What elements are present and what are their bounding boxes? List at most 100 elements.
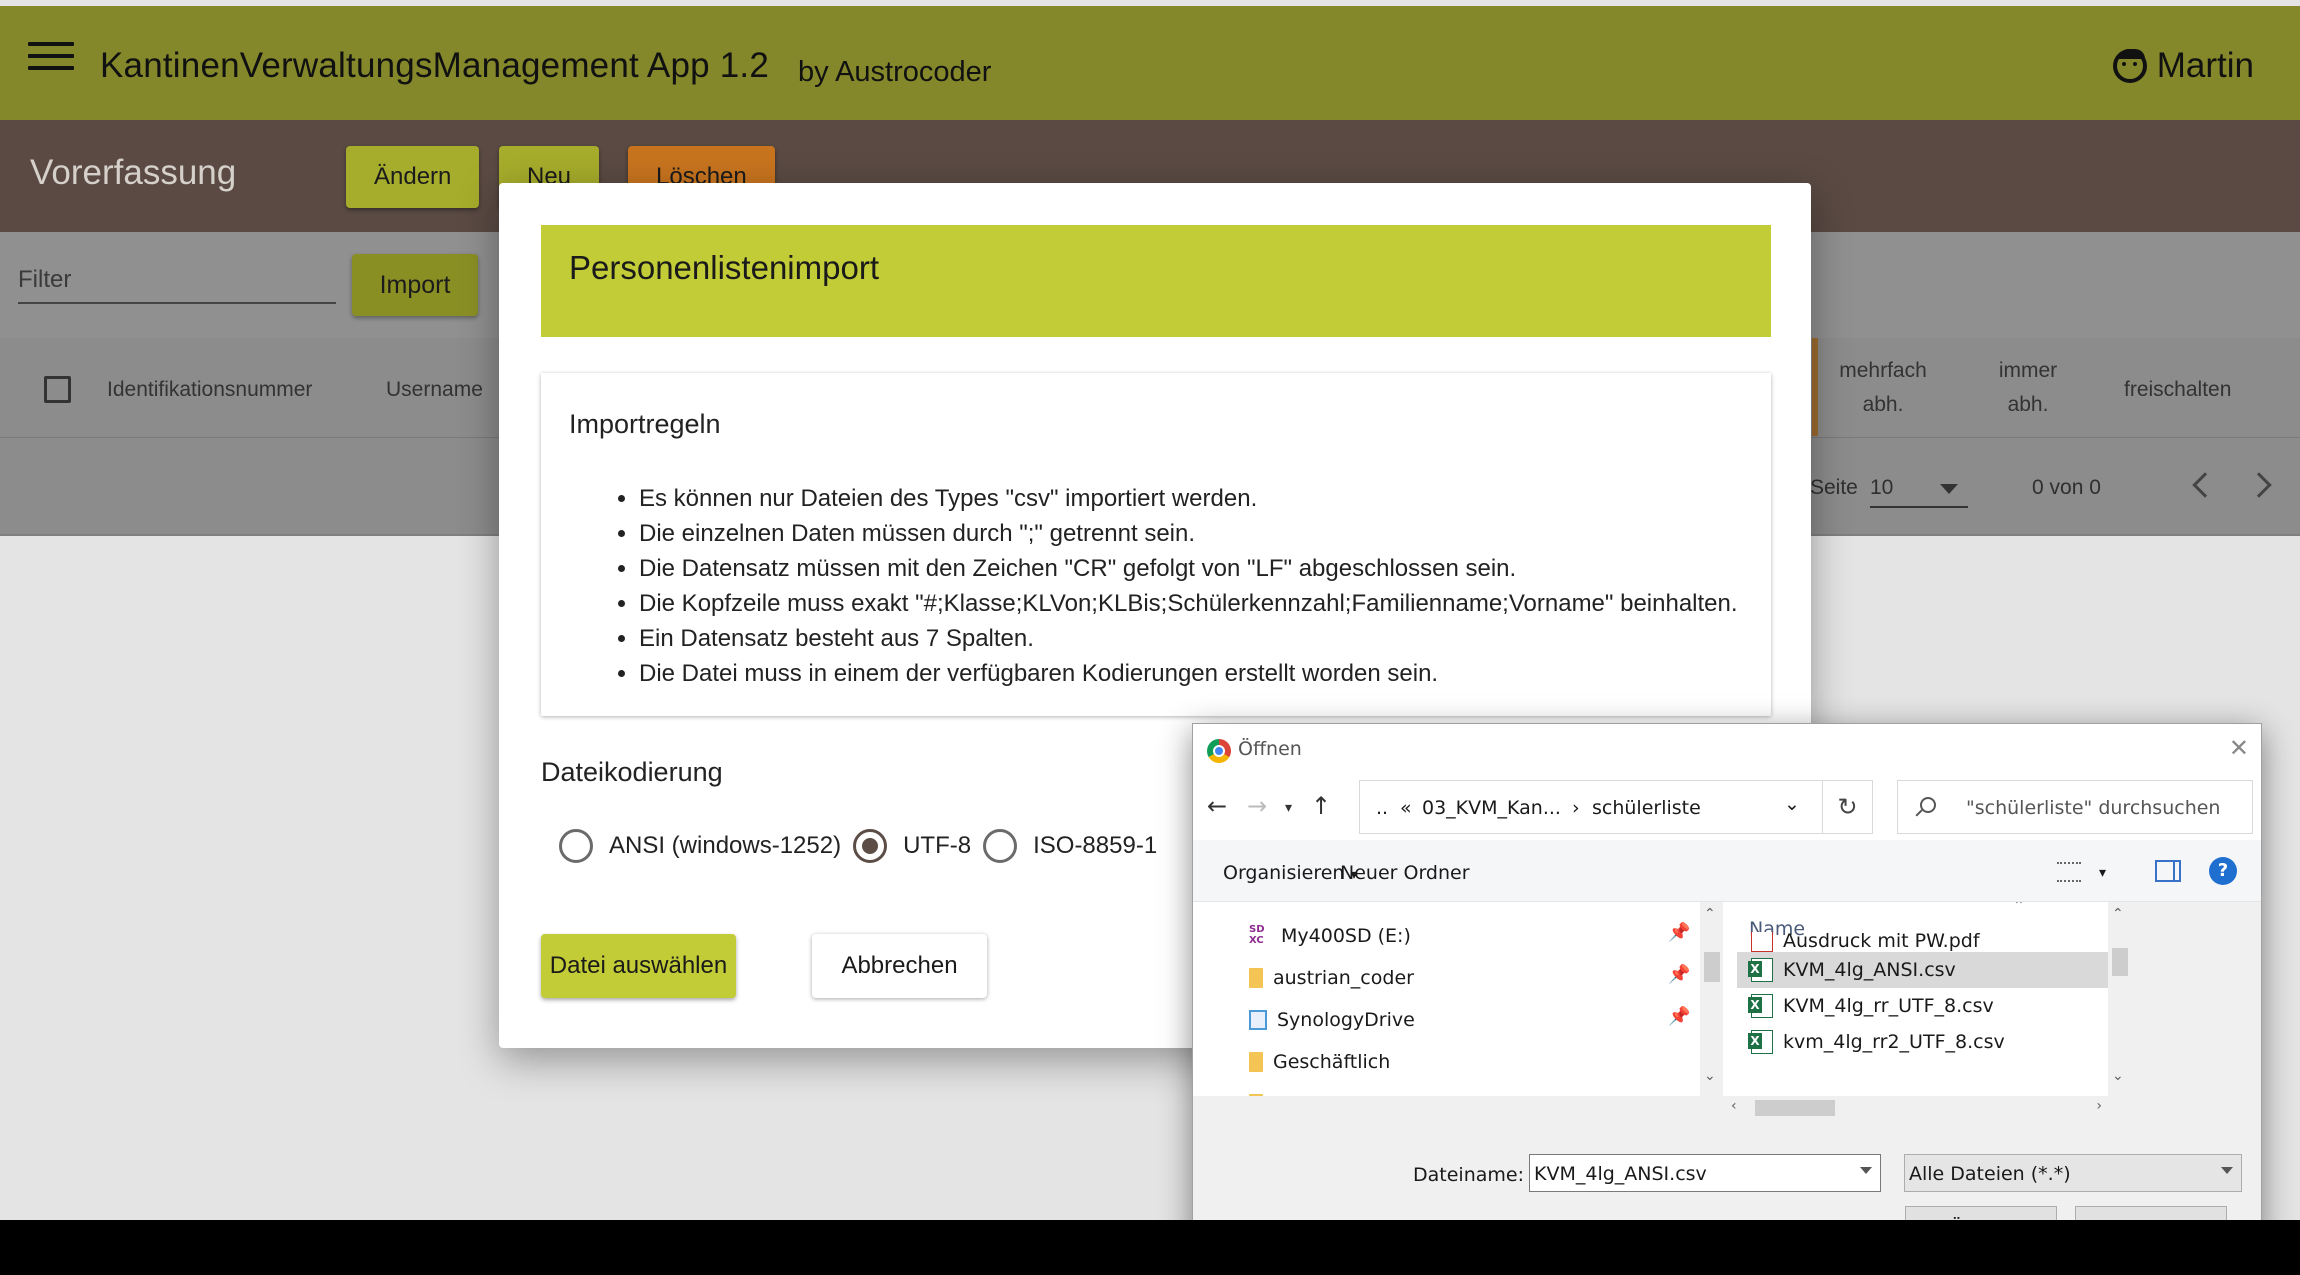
scroll-down-icon[interactable]: ⌄ <box>1704 1068 1716 1084</box>
import-rules-list: Es können nur Dateien des Types "csv" im… <box>639 481 1738 691</box>
file-dialog-footer: Dateiname: KVM_4lg_ANSI.csv Alle Dateien… <box>1193 1120 2261 1220</box>
import-rules-title: Importregeln <box>569 409 721 439</box>
choose-file-button[interactable]: Datei auswählen <box>541 934 736 998</box>
radio-circle-selected <box>853 829 888 863</box>
encoding-radio-utf8[interactable]: UTF-8 <box>853 829 971 863</box>
encoding-radio-ansi[interactable]: ANSI (windows-1252) <box>559 829 841 863</box>
filename-input[interactable]: KVM_4lg_ANSI.csv <box>1529 1154 1881 1192</box>
preview-pane-icon[interactable] <box>2155 860 2181 882</box>
app-bar: KantinenVerwaltungsManagement App 1.2 by… <box>0 6 2300 120</box>
navigation-scrollbar[interactable]: ⌃ ⌄ <box>1700 902 1724 1096</box>
nav-item-pics[interactable]: pics <box>1249 1084 1311 1096</box>
file-row[interactable]: KVM_4lg_rr_UTF_8.csv <box>1737 988 2117 1024</box>
file-row-selected[interactable]: KVM_4lg_ANSI.csv <box>1737 952 2117 988</box>
column-header-always[interactable]: immer abh. <box>1988 354 2068 422</box>
file-row-pdf[interactable]: Ausdruck mit PW.pdf <box>1737 932 2117 952</box>
next-page-icon[interactable] <box>2246 472 2272 498</box>
chrome-icon <box>1207 739 1231 763</box>
recent-locations-icon[interactable]: ▾ <box>1285 800 1292 816</box>
filter-input[interactable]: Filter <box>18 262 336 304</box>
dialog-cancel-button[interactable]: Abbrechen <box>812 934 987 998</box>
help-icon[interactable]: ? <box>2209 857 2237 885</box>
filename-value: KVM_4lg_ANSI.csv <box>1534 1163 1707 1185</box>
select-all-checkbox[interactable] <box>44 376 71 403</box>
encoding-radio-iso[interactable]: ISO-8859-1 <box>983 829 1157 863</box>
file-list-scrollbar[interactable]: ⌃ ⌄ <box>2108 902 2132 1096</box>
encoding-label: ISO-8859-1 <box>1033 832 1158 859</box>
file-name: Ausdruck mit PW.pdf <box>1783 932 1980 952</box>
nav-item-label: austrian_coder <box>1273 967 1414 989</box>
pin-icon[interactable]: 📌 <box>1668 922 1690 943</box>
file-dialog-toolbar: Organisieren ▾ Neuer Ordner ▾ ? <box>1193 840 2261 902</box>
pin-icon[interactable]: 📌 <box>1668 1006 1690 1027</box>
user-menu[interactable]: Martin <box>2112 46 2254 86</box>
column-header-unlock[interactable]: freischalten <box>2124 378 2231 402</box>
column-accent-strip <box>1812 338 1818 436</box>
scroll-down-icon[interactable]: ⌄ <box>2112 1068 2124 1084</box>
previous-page-icon[interactable] <box>2192 472 2218 498</box>
excel-csv-icon <box>1748 994 1773 1018</box>
hamburger-menu-icon[interactable] <box>28 42 74 80</box>
file-dialog-cancel-button[interactable]: Abbrechen <box>2075 1206 2227 1220</box>
nav-item-synologydrive[interactable]: SynologyDrive <box>1249 1000 1415 1040</box>
file-list: Name ⌃ Ausdruck mit PW.pdf KVM_4lg_ANSI.… <box>1723 902 2118 1096</box>
file-list-hscrollbar[interactable]: ‹ › <box>1723 1096 2118 1120</box>
pin-icon[interactable]: 📌 <box>1668 964 1690 985</box>
sd-card-icon: SD XC <box>1249 924 1265 946</box>
organize-label: Organisieren <box>1223 862 1345 884</box>
scroll-up-icon[interactable]: ⌃ <box>1704 906 1716 922</box>
nav-item-geschaeftlich[interactable]: Geschäftlich <box>1249 1042 1390 1082</box>
items-per-page-label: Seite <box>1810 476 1858 499</box>
scroll-left-icon[interactable]: ‹ <box>1731 1098 1737 1114</box>
nav-item-austrian-coder[interactable]: austrian_coder <box>1249 958 1414 998</box>
path-segment-current[interactable]: schülerliste <box>1592 797 1701 819</box>
filetype-value: Alle Dateien (*.*) <box>1909 1163 2071 1185</box>
view-options-caret-icon[interactable]: ▾ <box>2099 865 2106 881</box>
refresh-icon[interactable]: ↻ <box>1823 780 1873 834</box>
search-icon <box>1920 797 1936 813</box>
scroll-up-icon[interactable]: ⌃ <box>2112 906 2124 922</box>
scrollbar-thumb[interactable] <box>2112 948 2128 976</box>
path-segment-parent[interactable]: 03_KVM_Kan... <box>1422 797 1561 819</box>
new-folder-button[interactable]: Neuer Ordner <box>1340 862 1470 884</box>
path-prefix: .. <box>1376 797 1389 819</box>
rule-item: Ein Datensatz besteht aus 7 Spalten. <box>639 621 1738 656</box>
search-input[interactable]: "schülerliste" durchsuchen <box>1897 780 2253 834</box>
chevron-down-icon[interactable] <box>1860 1167 1872 1174</box>
import-button[interactable]: Import <box>352 254 478 316</box>
column-header-username[interactable]: Username <box>386 378 483 402</box>
rule-item: Die Datei muss in einem der verfügbaren … <box>639 656 1738 691</box>
address-bar[interactable]: .. « 03_KVM_Kan... › schülerliste ⌄ <box>1359 780 1823 834</box>
scrollbar-thumb[interactable] <box>1704 952 1720 982</box>
filetype-select[interactable]: Alle Dateien (*.*) <box>1904 1154 2242 1192</box>
view-options-icon[interactable] <box>2057 862 2081 882</box>
edit-button[interactable]: Ändern <box>346 146 480 208</box>
column-header-id[interactable]: Identifikationsnummer <box>107 378 312 402</box>
dialog-title: Personenlistenimport <box>569 249 879 286</box>
encoding-title: Dateikodierung <box>541 757 723 787</box>
encoding-radio-group: ANSI (windows-1252) UTF-8 ISO-8859-1 <box>559 829 1169 863</box>
close-icon[interactable]: ✕ <box>2229 734 2249 762</box>
back-arrow-icon[interactable]: ← <box>1207 792 1227 820</box>
scrollbar-thumb[interactable] <box>1755 1100 1835 1116</box>
forward-arrow-icon[interactable]: → <box>1247 792 1267 820</box>
up-arrow-icon[interactable]: ↑ <box>1311 792 1331 820</box>
page-range: 0 von 0 <box>2032 476 2101 499</box>
page: KantinenVerwaltungsManagement App 1.2 by… <box>0 0 2300 1275</box>
column-header-multi-line2: abh. <box>1862 393 1904 416</box>
dialog-header: Personenlistenimport <box>541 225 1771 337</box>
nav-item-my400sd[interactable]: SD XC My400SD (E:) <box>1249 916 1411 956</box>
encoding-label: UTF-8 <box>903 832 972 859</box>
organize-menu[interactable]: Organisieren ▾ <box>1223 862 1358 884</box>
column-header-multi[interactable]: mehrfach abh. <box>1838 354 1928 422</box>
file-dialog-title: Öffnen <box>1238 738 1302 760</box>
scroll-right-icon[interactable]: › <box>2096 1098 2102 1114</box>
excel-csv-icon <box>1748 958 1773 982</box>
items-per-page-select[interactable]: 10 <box>1870 472 1968 508</box>
navigation-pane: SD XC My400SD (E:) 📌 austrian_coder 📌 Syn… <box>1193 902 1700 1096</box>
file-row[interactable]: kvm_4lg_rr2_UTF_8.csv <box>1737 1024 2117 1060</box>
chevron-down-icon <box>2221 1167 2233 1174</box>
excel-csv-icon <box>1748 1030 1773 1054</box>
open-button[interactable]: Öffnen <box>1905 1206 2057 1220</box>
chevron-down-icon[interactable]: ⌄ <box>1784 793 1800 815</box>
